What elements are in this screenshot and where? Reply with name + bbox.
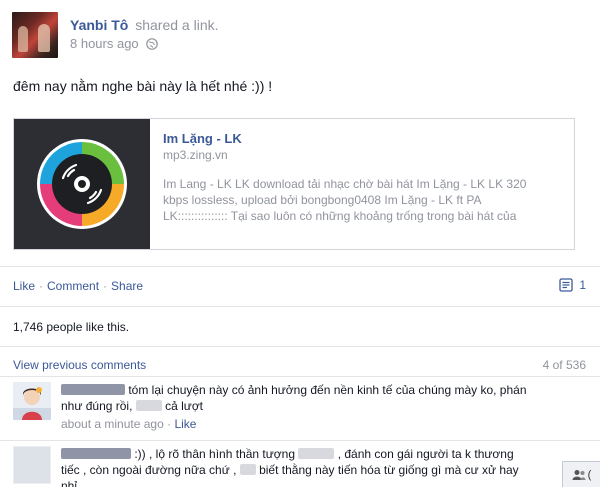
author-line: Yanbi Tô shared a link.	[70, 16, 219, 34]
comment-count[interactable]: 1	[559, 278, 586, 292]
commenter-avatar[interactable]	[13, 382, 51, 420]
commenter-avatar[interactable]	[13, 446, 51, 484]
divider	[0, 346, 600, 347]
redacted-text	[298, 448, 335, 459]
comment-text-line: , đánh con gái người ta k thương	[337, 447, 514, 461]
link-title[interactable]: Im Lặng - LK	[163, 131, 564, 147]
link-description-line: kbps lossless, upload bởi bongbong0408 I…	[163, 193, 482, 207]
globe-icon[interactable]	[145, 37, 158, 50]
redacted-text	[135, 400, 162, 411]
comment-body: tóm lại chuyện này có ảnh hưởng đến nền …	[61, 382, 600, 432]
post-timestamp-row: 8 hours ago	[70, 36, 219, 51]
post-timestamp[interactable]: 8 hours ago	[70, 36, 139, 51]
comment-text: tiếc , còn ngoài đường nữa chứ , biết th…	[61, 462, 600, 478]
comment-button[interactable]: Comment	[47, 279, 99, 293]
author-name[interactable]: Yanbi Tô	[70, 17, 128, 33]
comment-text-line: nhỉ	[61, 479, 78, 487]
link-domain: mp3.zing.vn	[163, 148, 228, 162]
chat-tab[interactable]: (	[562, 461, 600, 487]
divider	[0, 376, 600, 377]
comment: tóm lại chuyện này có ảnh hưởng đến nền …	[13, 382, 600, 432]
link-thumbnail[interactable]	[14, 119, 150, 249]
like-button[interactable]: Like	[13, 279, 35, 293]
comment-text: nhỉ	[61, 478, 600, 487]
comment-text: tóm lại chuyện này có ảnh hưởng đến nền …	[61, 382, 600, 398]
comment-text: :)) , lộ rõ thân hình thần tượng , đánh …	[61, 446, 600, 462]
link-description-line: Im Lang - LK LK download tải nhạc chờ bà…	[163, 177, 527, 191]
share-button[interactable]: Share	[111, 279, 143, 293]
comment-meta: about a minute ago · Like	[61, 417, 197, 431]
post-status-text: đêm nay nằm nghe bài này là hết nhé :)) …	[13, 78, 273, 94]
divider	[0, 266, 600, 267]
commenter-name-redacted[interactable]	[61, 448, 131, 459]
comment-timestamp[interactable]: about a minute ago	[61, 417, 164, 431]
author-avatar[interactable]	[12, 12, 58, 58]
comment-count-icon	[559, 278, 573, 292]
comment-text: như đúng rồi, cả lượt	[61, 398, 600, 414]
post-actions: Like · Comment · Share	[13, 279, 143, 293]
post-header: Yanbi Tô shared a link. 8 hours ago	[12, 12, 219, 60]
comment-like-button[interactable]: Like	[174, 417, 196, 431]
comment: :)) , lộ rõ thân hình thần tượng , đánh …	[13, 446, 600, 487]
comments-pager: 4 of 536	[542, 358, 586, 372]
redacted-text	[239, 464, 256, 475]
likes-summary[interactable]: 1,746 people like this.	[13, 320, 129, 334]
chat-tab-label: (	[587, 468, 592, 481]
separator: ·	[103, 279, 108, 293]
comment-text-line: như đúng rồi,	[61, 399, 133, 413]
link-description-line: LK::::::::::::::: Tại sao luôn có những …	[163, 209, 517, 223]
commenter-name-redacted[interactable]	[61, 384, 125, 395]
link-body: Im Lặng - LK mp3.zing.vn Im Lang - LK LK…	[150, 119, 574, 249]
link-preview-card[interactable]: Im Lặng - LK mp3.zing.vn Im Lang - LK LK…	[13, 118, 575, 250]
comment-text-line: tóm lại chuyện này có ảnh hưởng đến nền …	[128, 383, 527, 397]
friends-icon	[572, 469, 586, 480]
divider	[0, 440, 600, 441]
post-header-text: Yanbi Tô shared a link. 8 hours ago	[70, 12, 219, 51]
comment-count-value[interactable]: 1	[579, 278, 586, 292]
separator: ·	[39, 279, 44, 293]
divider	[0, 306, 600, 307]
view-previous-comments[interactable]: View previous comments	[13, 358, 146, 372]
link-description: Im Lang - LK LK download tải nhạc chờ bà…	[163, 176, 564, 224]
comment-text-line: :)) , lộ rõ thân hình thần tượng	[134, 447, 296, 461]
shared-text: shared a link.	[135, 17, 219, 33]
comment-text-line: tiếc , còn ngoài đường nữa chứ ,	[61, 463, 237, 477]
comment-text-line: biết thằng này tiến hóa từ giống gì mà c…	[259, 463, 519, 477]
comment-text-line: cả lượt	[165, 399, 204, 413]
comment-body: :)) , lộ rõ thân hình thần tượng , đánh …	[61, 446, 600, 487]
zing-mp3-logo-icon	[37, 139, 127, 229]
